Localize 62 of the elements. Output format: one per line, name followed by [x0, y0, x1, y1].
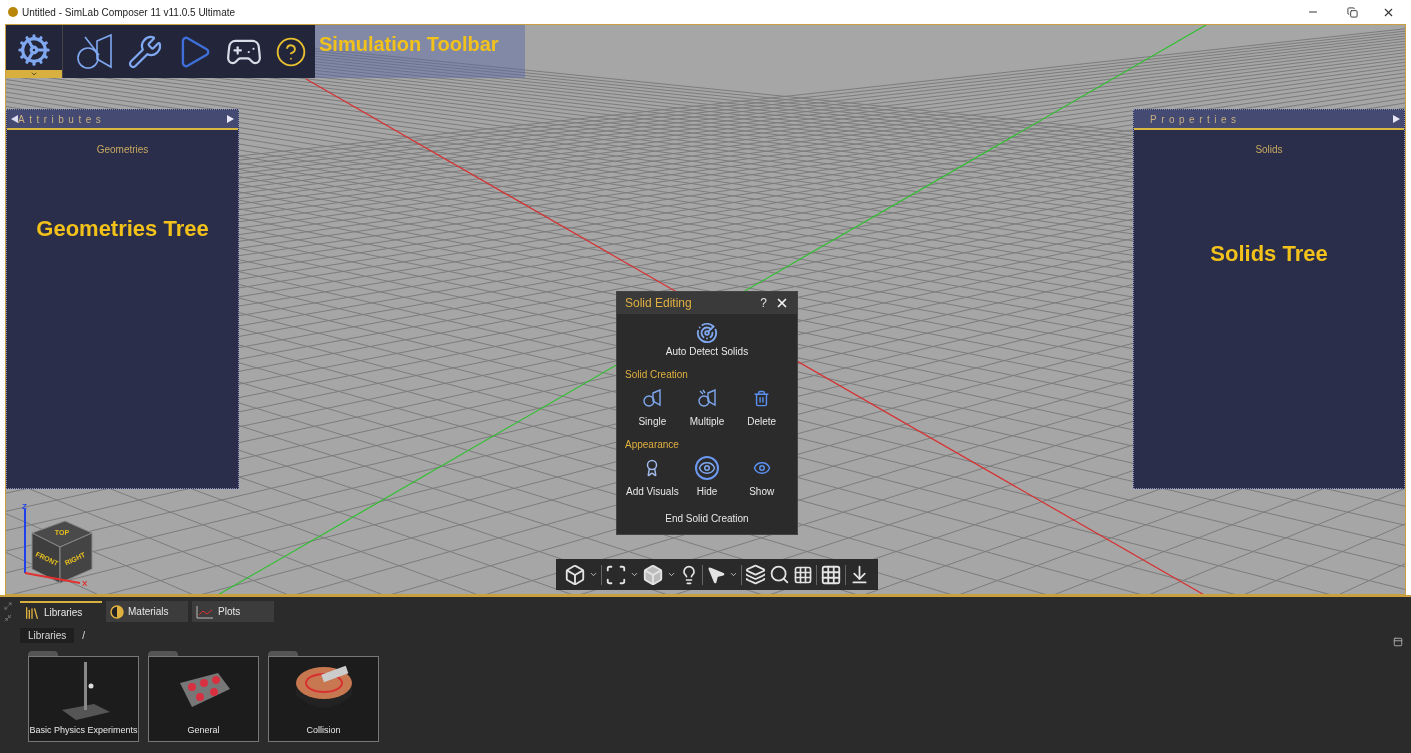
panel-tab[interactable]: Libraries: [20, 601, 102, 622]
action-button[interactable]: Add Visuals: [625, 456, 680, 499]
gears-menu-button[interactable]: [6, 25, 63, 78]
action-button[interactable]: Show: [734, 456, 789, 499]
caret-icon[interactable]: [667, 570, 676, 579]
close-icon[interactable]: [775, 296, 789, 310]
radar-icon[interactable]: [696, 322, 718, 344]
panel-options-icon[interactable]: [1393, 637, 1403, 647]
action-button[interactable]: Hide: [679, 456, 735, 499]
library-folder[interactable]: General: [148, 656, 259, 742]
auto-detect-button[interactable]: Auto Detect Solids: [665, 322, 749, 359]
caret-icon[interactable]: [30, 70, 38, 78]
breadcrumb-separator: /: [82, 629, 86, 643]
caret-icon[interactable]: [630, 570, 639, 579]
frame-icon[interactable]: [605, 563, 627, 586]
window-title: Untitled - SimLab Composer 11 v11.0.5 Ultimate: [22, 5, 237, 20]
library-folder[interactable]: Collision: [268, 656, 379, 742]
panel-tab[interactable]: Materials: [106, 601, 188, 622]
app-logo-icon: [8, 7, 18, 17]
action-button[interactable]: Multiple: [679, 386, 735, 429]
panel-title: Properties: [1149, 112, 1242, 127]
wrench-icon[interactable]: [127, 33, 163, 70]
delete-icon[interactable]: [753, 389, 771, 407]
panel-title: Attributes: [18, 112, 107, 127]
annotation-label: Geometries Tree: [36, 215, 209, 243]
books-icon: [24, 604, 40, 621]
panel-tab[interactable]: Plots: [192, 601, 274, 622]
restore-window-icon[interactable]: [1347, 6, 1358, 18]
show-eye-icon[interactable]: [752, 459, 771, 477]
caret-icon[interactable]: [729, 570, 738, 579]
help-icon[interactable]: [275, 35, 307, 68]
action-button[interactable]: Single: [625, 386, 680, 429]
solid-multiple-icon[interactable]: [697, 389, 717, 407]
breadcrumb-item[interactable]: Libraries: [20, 628, 75, 643]
library-folder[interactable]: Basic Physics Experiments: [28, 656, 139, 742]
box-icon[interactable]: [642, 563, 664, 586]
help-button[interactable]: ?: [760, 294, 767, 312]
solid-single-icon[interactable]: [642, 389, 663, 407]
half-circle-icon: [110, 604, 124, 619]
maximize-icon[interactable]: [4, 602, 12, 610]
section-title: Solid Creation: [625, 368, 689, 382]
expand-right-icon[interactable]: [227, 115, 234, 123]
search-icon[interactable]: [769, 564, 790, 585]
cube-icon[interactable]: [564, 563, 586, 586]
panel-heading: Geometries: [96, 143, 149, 157]
section-title: Appearance: [625, 438, 680, 452]
minimize-icon[interactable]: [4, 614, 12, 622]
annotation-label: Solids Tree: [1210, 240, 1328, 268]
expand-right-icon[interactable]: [1393, 115, 1400, 123]
gears-icon[interactable]: [17, 33, 51, 67]
solid-creation-icon[interactable]: [75, 32, 115, 71]
grid-icon[interactable]: [820, 563, 842, 586]
dialog-title: Solid Editing: [625, 295, 693, 312]
panel-heading: Solids: [1255, 143, 1283, 157]
annotation-label: Simulation Toolbar: [318, 32, 499, 57]
line-chart-icon: [196, 604, 214, 619]
hide-eye-icon[interactable]: [698, 459, 716, 477]
action-button[interactable]: Delete: [734, 386, 789, 429]
collapse-left-icon[interactable]: [11, 115, 18, 123]
caret-icon[interactable]: [589, 570, 598, 579]
layers-icon[interactable]: [745, 564, 766, 585]
end-creation-button[interactable]: End Solid Creation: [665, 511, 749, 526]
